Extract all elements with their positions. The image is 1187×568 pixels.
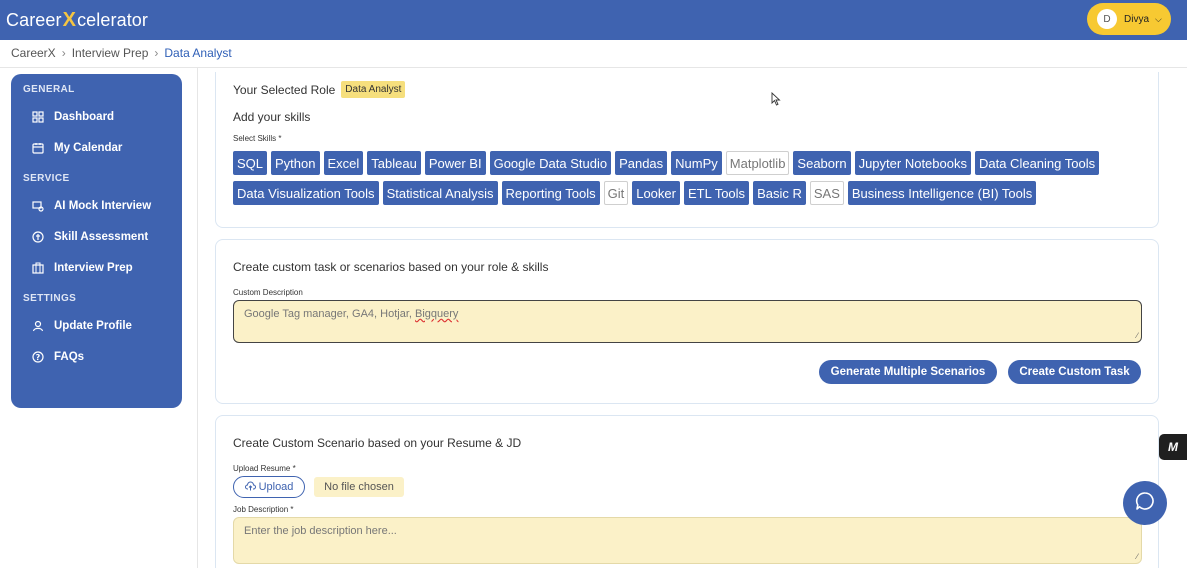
logo-text-start: Career xyxy=(6,9,62,30)
sidebar-item-update-profile[interactable]: Update Profile xyxy=(11,310,182,341)
skill-chip[interactable]: Statistical Analysis xyxy=(382,181,498,205)
generate-multiple-scenarios-button[interactable]: Generate Multiple Scenarios xyxy=(819,360,997,384)
side-widget-tab[interactable]: M xyxy=(1159,434,1187,460)
create-custom-task-button[interactable]: Create Custom Task xyxy=(1008,360,1141,384)
help-icon: ? xyxy=(31,350,45,364)
upload-button-label: Upload xyxy=(258,481,294,493)
chevron-down-icon: ⌵ xyxy=(1155,13,1162,24)
job-description-input[interactable]: Enter the job description here... ∕ xyxy=(233,517,1142,564)
skill-chip[interactable]: Jupyter Notebooks xyxy=(854,151,971,175)
skill-chip[interactable]: Looker xyxy=(632,181,680,205)
sidebar-divider xyxy=(197,68,198,568)
skill-chip[interactable]: NumPy xyxy=(671,151,722,175)
skill-chip[interactable]: Python xyxy=(271,151,320,175)
resize-handle-icon[interactable]: ∕ xyxy=(1137,331,1138,340)
sidebar-item-dashboard[interactable]: Dashboard xyxy=(11,101,182,132)
app-logo[interactable]: Career Xcelerator xyxy=(6,9,148,32)
job-description-placeholder: Enter the job description here... xyxy=(244,525,397,537)
sidebar-item-label: Skill Assessment xyxy=(54,230,149,243)
custom-description-input[interactable]: Google Tag manager, GA4, Hotjar, Bigquer… xyxy=(233,300,1142,343)
user-menu-button[interactable]: D Divya ⌵ xyxy=(1087,3,1171,35)
skill-chip[interactable]: ETL Tools xyxy=(683,181,750,205)
section-title-service: SERVICE xyxy=(23,173,70,184)
skill-chip[interactable]: Excel xyxy=(323,151,364,175)
sidebar-item-ai-mock-interview[interactable]: AI Mock Interview xyxy=(11,190,182,221)
header-divider xyxy=(0,67,1187,68)
sidebar-item-skill-assessment[interactable]: Skill Assessment xyxy=(11,221,182,252)
user-icon xyxy=(31,319,45,333)
cloud-upload-icon xyxy=(244,481,256,494)
sidebar-item-label: FAQs xyxy=(54,350,85,363)
resize-handle-icon[interactable]: ∕ xyxy=(1137,552,1138,561)
selected-role-row: Your Selected Role Data Analyst xyxy=(233,81,406,98)
upload-button[interactable]: Upload xyxy=(233,476,305,498)
custom-description-text: Google Tag manager, GA4, Hotjar, xyxy=(244,308,416,320)
breadcrumb-separator-icon: › xyxy=(154,46,159,60)
sidebar-item-calendar[interactable]: My Calendar xyxy=(11,132,182,163)
selected-role-label: Your Selected Role xyxy=(233,82,336,97)
mock-interview-icon xyxy=(31,199,45,213)
skill-chip[interactable]: Power BI xyxy=(424,151,486,175)
briefcase-icon xyxy=(31,261,45,275)
skill-chip[interactable]: SQL xyxy=(233,151,268,175)
section-title-settings: SETTINGS xyxy=(23,293,77,304)
breadcrumb: CareerX › Interview Prep › Data Analyst xyxy=(11,46,232,60)
add-skills-heading: Add your skills xyxy=(233,110,311,124)
skill-chip[interactable]: SAS xyxy=(809,181,844,205)
skill-chip[interactable]: Git xyxy=(603,181,629,205)
skill-chip[interactable]: Seaborn xyxy=(793,151,851,175)
role-skills-card: Your Selected Role Data Analyst Add your… xyxy=(215,72,1159,228)
skill-chip[interactable]: Matplotlib xyxy=(725,151,790,175)
avatar: D xyxy=(1097,9,1117,29)
mouse-pointer-icon xyxy=(771,91,781,109)
resume-scenario-title: Create Custom Scenario based on your Res… xyxy=(233,436,522,450)
breadcrumb-interview-prep[interactable]: Interview Prep xyxy=(72,46,149,60)
user-name: Divya xyxy=(1124,13,1150,25)
skill-chip[interactable]: Pandas xyxy=(615,151,668,175)
calendar-icon xyxy=(31,141,45,155)
no-file-chosen-text: No file chosen xyxy=(314,477,404,497)
breadcrumb-careerx[interactable]: CareerX xyxy=(11,46,56,60)
sidebar-item-interview-prep[interactable]: Interview Prep xyxy=(11,252,182,283)
skill-chip[interactable]: Google Data Studio xyxy=(489,151,612,175)
custom-task-card: Create custom task or scenarios based on… xyxy=(215,239,1159,404)
sidebar-item-label: Dashboard xyxy=(54,110,115,123)
resume-jd-card: Create Custom Scenario based on your Res… xyxy=(215,415,1159,568)
custom-description-misspelled: Bigquery xyxy=(415,308,459,320)
skill-chip[interactable]: Tableau xyxy=(367,151,421,175)
sidebar-item-label: Interview Prep xyxy=(54,261,133,274)
sidebar: GENERAL Dashboard My Calendar SERVICE AI… xyxy=(11,74,182,408)
logo-x-mark: X xyxy=(62,8,77,31)
svg-text:?: ? xyxy=(36,353,41,362)
breadcrumb-separator-icon: › xyxy=(61,46,66,60)
grid-icon xyxy=(31,110,45,124)
sidebar-item-faqs[interactable]: ? FAQs xyxy=(11,341,182,372)
skill-chip[interactable]: Data Cleaning Tools xyxy=(974,151,1100,175)
sidebar-item-label: Update Profile xyxy=(54,319,132,332)
breadcrumb-current: Data Analyst xyxy=(164,46,232,60)
section-title-general: GENERAL xyxy=(23,84,75,95)
selected-role-badge: Data Analyst xyxy=(341,81,406,98)
skill-chip[interactable]: Data Visualization Tools xyxy=(233,181,379,205)
skills-chip-list: SQL Python Excel Tableau Power BI Google Data… xyxy=(233,151,1133,205)
skill-chip[interactable]: Reporting Tools xyxy=(501,181,600,205)
chat-button[interactable] xyxy=(1123,481,1167,525)
logo-text-end: celerator xyxy=(77,9,149,30)
sidebar-item-label: AI Mock Interview xyxy=(54,199,152,212)
custom-task-title: Create custom task or scenarios based on… xyxy=(233,260,549,274)
assessment-icon xyxy=(31,230,45,244)
custom-description-label: Custom Description xyxy=(233,288,303,297)
skill-chip[interactable]: Business Intelligence (BI) Tools xyxy=(847,181,1037,205)
job-description-label: Job Description * xyxy=(233,505,294,514)
upload-resume-label: Upload Resume * xyxy=(233,464,296,473)
sidebar-item-label: My Calendar xyxy=(54,141,123,154)
chat-bubble-icon xyxy=(1134,490,1156,517)
select-skills-label: Select Skills * xyxy=(233,134,282,143)
skill-chip[interactable]: Basic R xyxy=(753,181,806,205)
top-bar: Career Xcelerator D Divya ⌵ xyxy=(0,0,1187,40)
